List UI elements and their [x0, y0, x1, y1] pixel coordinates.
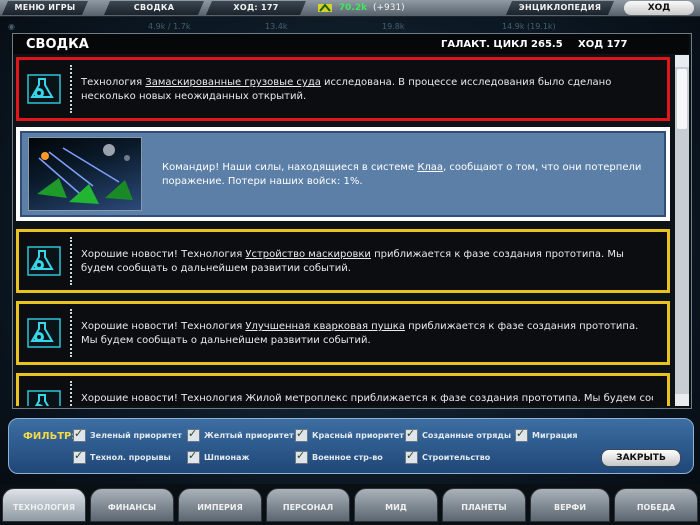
tab-victory[interactable]: ПОБЕДА: [614, 488, 698, 522]
filter-created-units[interactable]: Созданные отряды: [405, 427, 511, 443]
bg-stat: 19.8k: [382, 22, 405, 31]
checkbox[interactable]: [73, 427, 86, 442]
credits-display: 70.2k (+931): [318, 1, 508, 15]
message-item[interactable]: Хорошие новости! Технология Улучшенная к…: [16, 301, 670, 365]
tab-finance[interactable]: ФИНАНСЫ: [90, 488, 174, 522]
message-text: Хорошие новости! Технология Улучшенная к…: [81, 321, 639, 346]
scroll-thumb[interactable]: [677, 69, 687, 129]
filter-label: ФИЛЬТР:: [23, 431, 76, 442]
research-flask-gear-icon: [27, 74, 61, 104]
bg-stat: 14.9k (19.1k): [502, 22, 556, 31]
divider: [70, 65, 72, 113]
credits-icon: [318, 2, 332, 12]
checkbox[interactable]: [405, 427, 418, 442]
checkbox[interactable]: [187, 449, 200, 464]
message-text: Хорошие новости! Технология Жилой метроп…: [81, 393, 653, 404]
checkbox[interactable]: [515, 427, 528, 442]
filter-tech-breakthroughs[interactable]: Технол. прорывы: [73, 449, 171, 465]
divider: [70, 309, 72, 357]
scroll-up-button[interactable]: [675, 55, 689, 67]
message-text: Технология Замаскированные грузовые суда…: [81, 77, 612, 102]
panel-header: СВОДКА ГАЛАКТ. ЦИКЛ 265.5 ХОД 177: [13, 34, 689, 54]
bg-stat: 13.4k: [265, 22, 288, 31]
checkbox[interactable]: [73, 449, 86, 464]
panel-title: СВОДКА: [26, 37, 89, 52]
filter-green-priority[interactable]: Зеленый приоритет: [73, 427, 182, 443]
bottom-tab-bar: ТЕХНОЛОГИЯ ФИНАНСЫ ИМПЕРИЯ ПЕРСОНАЛ МИД …: [0, 484, 700, 525]
bg-stat-icon: ◉: [8, 22, 15, 31]
divider: [70, 237, 72, 285]
end-turn-button[interactable]: ХОД: [624, 1, 694, 15]
tech-link[interactable]: Улучшенная кварковая пушка: [245, 321, 405, 332]
filter-panel: ФИЛЬТР: Зеленый приоритет Желтый приорит…: [8, 418, 694, 474]
checkbox[interactable]: [295, 449, 308, 464]
bg-stat: 4.9k / 1.7k: [148, 22, 191, 31]
research-flask-gear-icon: [27, 246, 61, 276]
message-item[interactable]: Хорошие новости! Технология Жилой метроп…: [16, 373, 670, 406]
credits-delta: (+931): [372, 3, 405, 13]
divider: [70, 381, 72, 406]
message-item[interactable]: Хорошие новости! Технология Устройство м…: [16, 229, 670, 293]
encyclopedia-button[interactable]: ЭНЦИКЛОПЕДИЯ: [506, 1, 614, 15]
game-screen: ◉ 4.9k / 1.7k 13.4k 19.8k 14.9k (19.1k) …: [0, 0, 700, 525]
checkbox[interactable]: [295, 427, 308, 442]
filter-military-construction[interactable]: Военное стр-во: [295, 449, 383, 465]
tab-shipyards[interactable]: ВЕРФИ: [530, 488, 610, 522]
summary-panel: СВОДКА ГАЛАКТ. ЦИКЛ 265.5 ХОД 177 Технол…: [12, 33, 692, 409]
research-flask-gear-icon: [27, 390, 61, 406]
filter-yellow-priority[interactable]: Желтый приоритет: [187, 427, 294, 443]
checkbox[interactable]: [405, 449, 418, 464]
turn-label: ХОД 177: [578, 39, 628, 50]
turn-indicator: ХОД: 177: [206, 1, 306, 15]
summary-button[interactable]: СВОДКА: [104, 1, 204, 15]
filter-construction[interactable]: Строительство: [405, 449, 490, 465]
filter-espionage[interactable]: Шпионаж: [187, 449, 249, 465]
tab-technology[interactable]: ТЕХНОЛОГИЯ: [2, 488, 86, 522]
tab-empire[interactable]: ИМПЕРИЯ: [178, 488, 262, 522]
tech-link[interactable]: Устройство маскировки: [245, 249, 371, 260]
message-text: Командир! Наши силы, находящиеся в систе…: [162, 162, 642, 187]
message-item[interactable]: Технология Замаскированные грузовые суда…: [16, 57, 670, 121]
credits-value: 70.2k: [338, 3, 368, 13]
research-flask-gear-icon: [27, 318, 61, 348]
checkbox[interactable]: [187, 427, 200, 442]
message-scrollbar[interactable]: [675, 55, 689, 406]
galactic-cycle: ГАЛАКТ. ЦИКЛ 265.5: [441, 39, 563, 50]
battle-scene-graphic: [37, 144, 133, 204]
tab-planets[interactable]: ПЛАНЕТЫ: [442, 488, 526, 522]
top-menu-bar: МЕНЮ ИГРЫ СВОДКА ХОД: 177 70.2k (+931) Э…: [0, 0, 700, 17]
system-link[interactable]: Клаа: [417, 162, 443, 173]
tab-foreign-affairs[interactable]: МИД: [354, 488, 438, 522]
filter-red-priority[interactable]: Красный приоритет: [295, 427, 404, 443]
message-list: Технология Замаскированные грузовые суда…: [13, 55, 674, 406]
message-text: Хорошие новости! Технология Устройство м…: [81, 249, 624, 274]
scroll-down-button[interactable]: [675, 394, 689, 406]
message-item[interactable]: Командир! Наши силы, находящиеся в систе…: [16, 127, 670, 221]
battle-scene-image: [28, 137, 142, 211]
close-button[interactable]: ЗАКРЫТЬ: [601, 449, 681, 467]
filter-migration[interactable]: Миграция: [515, 427, 578, 443]
tab-personnel[interactable]: ПЕРСОНАЛ: [266, 488, 350, 522]
tech-link[interactable]: Замаскированные грузовые суда: [145, 77, 321, 88]
game-menu-button[interactable]: МЕНЮ ИГРЫ: [2, 1, 88, 15]
